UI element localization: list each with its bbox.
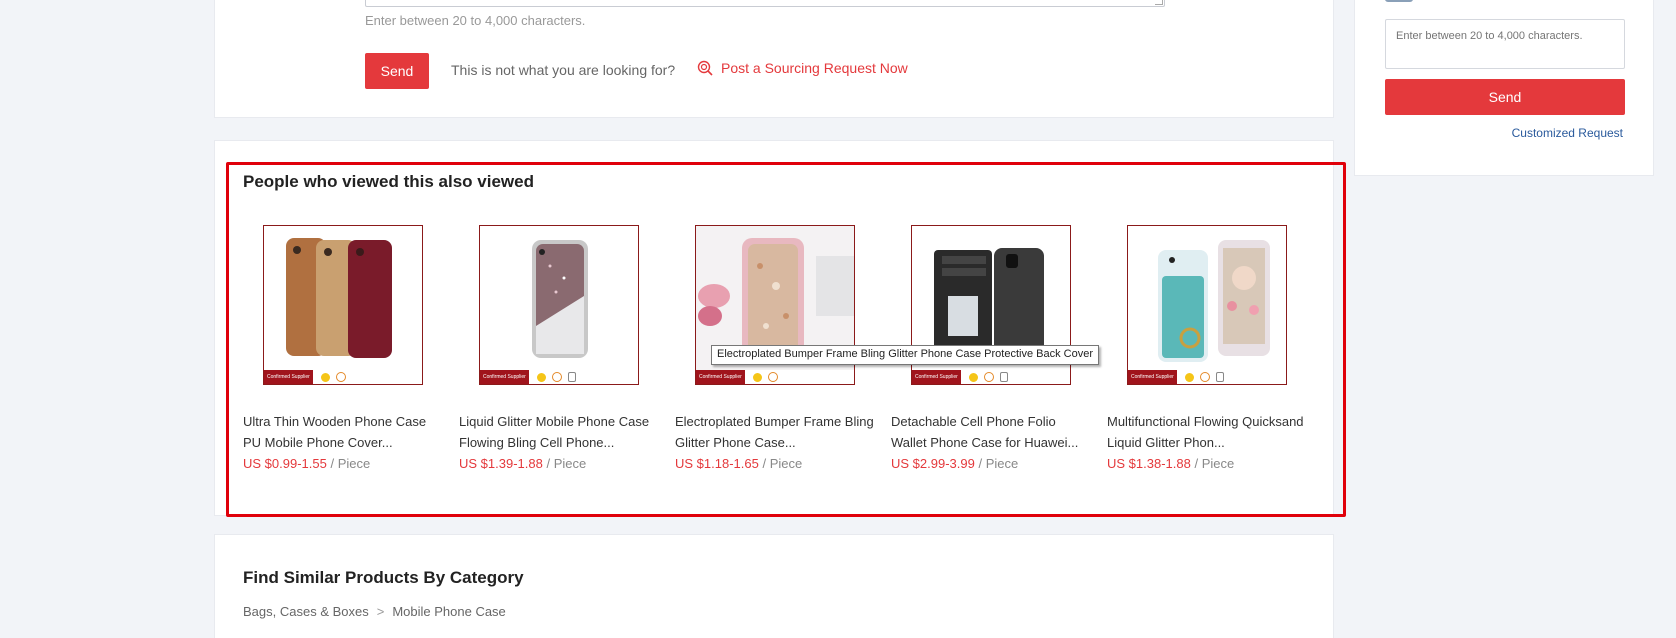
category-breadcrumb: Bags, Cases & Boxes > Mobile Phone Case bbox=[243, 604, 506, 619]
breadcrumb-mobile-phone-case[interactable]: Mobile Phone Case bbox=[392, 604, 505, 619]
product-image[interactable]: Confirmed Supplier bbox=[479, 225, 639, 385]
resize-grip-icon[interactable] bbox=[1155, 0, 1163, 5]
audit-icon bbox=[767, 372, 778, 382]
supplier-badge: Confirmed Supplier bbox=[480, 370, 638, 384]
product-tooltip: Electroplated Bumper Frame Bling Glitter… bbox=[711, 345, 1099, 365]
product-image[interactable]: Confirmed Supplier bbox=[263, 225, 423, 385]
sourcing-link-label: Post a Sourcing Request Now bbox=[721, 60, 908, 76]
product-title[interactable]: Detachable Cell Phone Folio Wallet Phone… bbox=[891, 411, 1091, 453]
message-textarea[interactable] bbox=[365, 0, 1165, 7]
post-sourcing-request-link[interactable]: Post a Sourcing Request Now bbox=[697, 60, 908, 76]
gold-medal-icon bbox=[320, 372, 330, 382]
supplier-badge: Confirmed Supplier bbox=[912, 370, 1070, 384]
certificate-icon bbox=[1215, 372, 1224, 382]
side-send-button[interactable]: Send bbox=[1385, 79, 1625, 115]
product-price: US $1.38-1.88 / Piece bbox=[1107, 456, 1235, 471]
certificate-icon bbox=[999, 372, 1008, 382]
product-card[interactable]: Confirmed Supplier Multifunctional Flowi… bbox=[1107, 225, 1307, 471]
product-title[interactable]: Multifunctional Flowing Quicksand Liquid… bbox=[1107, 411, 1307, 453]
product-image[interactable]: Confirmed Supplier bbox=[1127, 225, 1287, 385]
customized-request-link[interactable]: Customized Request bbox=[1512, 126, 1623, 140]
product-price: US $0.99-1.55 / Piece bbox=[243, 456, 371, 471]
product-price: US $1.18-1.65 / Piece bbox=[675, 456, 803, 471]
breadcrumb-bags-cases-boxes[interactable]: Bags, Cases & Boxes bbox=[243, 604, 369, 619]
gold-medal-icon bbox=[536, 372, 546, 382]
product-title[interactable]: Liquid Glitter Mobile Phone Case Flowing… bbox=[459, 411, 659, 453]
audit-icon bbox=[551, 372, 562, 382]
audit-icon bbox=[983, 372, 994, 382]
side-message-field[interactable] bbox=[1385, 19, 1625, 69]
audit-icon bbox=[335, 372, 346, 382]
gold-medal-icon bbox=[968, 372, 978, 382]
similar-products-title: Find Similar Products By Category bbox=[243, 568, 524, 587]
supplier-avatar bbox=[1385, 0, 1413, 2]
target-search-icon bbox=[697, 60, 713, 76]
character-limit-hint: Enter between 20 to 4,000 characters. bbox=[365, 13, 586, 28]
certificate-icon bbox=[567, 372, 576, 382]
product-price: US $2.99-3.99 / Piece bbox=[891, 456, 1019, 471]
product-title[interactable]: Electroplated Bumper Frame Bling Glitter… bbox=[675, 411, 875, 453]
product-card[interactable]: Confirmed Supplier Liquid Glitter Mobile… bbox=[459, 225, 659, 471]
send-button[interactable]: Send bbox=[365, 53, 429, 89]
also-viewed-title: People who viewed this also viewed bbox=[243, 172, 534, 191]
side-inquiry-card: Send Customized Request bbox=[1354, 0, 1654, 176]
product-card[interactable]: Confirmed Supplier Ultra Thin Wooden Pho… bbox=[243, 225, 443, 471]
inquiry-card: Enter between 20 to 4,000 characters. Se… bbox=[214, 0, 1334, 118]
audit-icon bbox=[1199, 372, 1210, 382]
gold-medal-icon bbox=[1184, 372, 1194, 382]
product-price: US $1.39-1.88 / Piece bbox=[459, 456, 587, 471]
gold-medal-icon bbox=[752, 372, 762, 382]
supplier-badge: Confirmed Supplier bbox=[264, 370, 422, 384]
not-looking-text: This is not what you are looking for? bbox=[451, 62, 676, 78]
chevron-right-icon: > bbox=[376, 604, 385, 619]
supplier-badge: Confirmed Supplier bbox=[696, 370, 854, 384]
supplier-badge: Confirmed Supplier bbox=[1128, 370, 1286, 384]
product-title[interactable]: Ultra Thin Wooden Phone Case PU Mobile P… bbox=[243, 411, 443, 453]
